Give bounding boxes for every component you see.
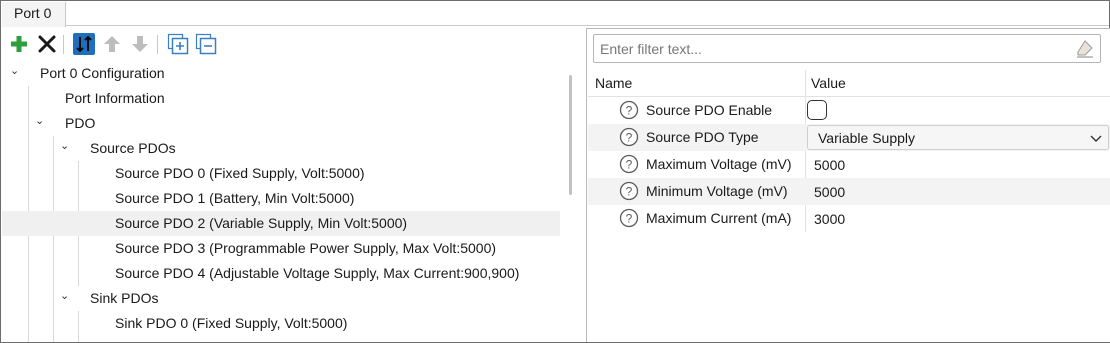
tree-item-source-pdo-1[interactable]: Source PDO 1 (Battery, Min Volt:5000) xyxy=(2,186,560,211)
chevron-down-icon[interactable]: ⌄ xyxy=(60,289,74,305)
tree-item-port-information[interactable]: Port Information xyxy=(2,86,560,111)
properties-panel: Name Value ? Source PDO Enable ? Source … xyxy=(586,28,1110,342)
chevron-down-icon[interactable]: ⌄ xyxy=(60,139,74,155)
property-name: Maximum Voltage (mV) xyxy=(646,156,792,172)
help-icon[interactable]: ? xyxy=(619,181,639,201)
expand-all-button[interactable] xyxy=(166,32,190,56)
clear-filter-icon[interactable] xyxy=(1075,39,1095,59)
property-row-minimum-voltage: ? Minimum Voltage (mV) 5000 xyxy=(588,178,1110,205)
tree-item-label: Source PDO 3 (Programmable Power Supply,… xyxy=(115,240,497,256)
tree-item-label: Source PDO 1 (Battery, Min Volt:5000) xyxy=(115,190,355,206)
help-icon[interactable]: ? xyxy=(619,127,639,147)
window-frame: Port 0 ⌄ Port 0 Configuration Port Infor… xyxy=(0,0,1110,343)
tree-item-label: Port 0 Configuration xyxy=(40,65,165,81)
source-pdo-type-select[interactable]: Variable Supply xyxy=(807,125,1109,150)
select-value: Variable Supply xyxy=(818,130,916,146)
tree-item-label: Port Information xyxy=(65,90,165,106)
tree-item-source-pdo-4[interactable]: Source PDO 4 (Adjustable Voltage Supply,… xyxy=(2,261,560,286)
property-row-maximum-current: ? Maximum Current (mA) 3000 xyxy=(588,205,1110,232)
delete-button[interactable] xyxy=(35,32,59,56)
property-name: Maximum Current (mA) xyxy=(646,210,792,226)
help-icon[interactable]: ? xyxy=(619,100,639,120)
sort-button[interactable] xyxy=(72,32,96,56)
tree-item-port-0-configuration[interactable]: ⌄ Port 0 Configuration xyxy=(2,61,560,86)
maximum-current-value[interactable]: 3000 xyxy=(814,211,845,227)
tab-bar: Port 0 xyxy=(2,2,1109,27)
move-down-icon xyxy=(132,36,148,52)
toolbar-separator xyxy=(157,35,158,54)
configuration-tree: ⌄ Port 0 Configuration Port Information … xyxy=(2,61,562,342)
move-up-button[interactable] xyxy=(100,32,124,56)
svg-text:?: ? xyxy=(626,185,633,199)
expand-all-icon xyxy=(167,33,189,55)
property-row-source-pdo-type: ? Source PDO Type Variable Supply xyxy=(588,124,1110,151)
tree-item-sink-pdo-0[interactable]: Sink PDO 0 (Fixed Supply, Volt:5000) xyxy=(2,311,560,336)
tree-item-source-pdo-3[interactable]: Source PDO 3 (Programmable Power Supply,… xyxy=(2,236,560,261)
filter-input[interactable] xyxy=(600,39,1060,59)
help-icon[interactable]: ? xyxy=(619,208,639,228)
property-name: Source PDO Type xyxy=(646,129,759,145)
add-icon xyxy=(11,36,27,52)
tree-item-pdo[interactable]: ⌄ PDO xyxy=(2,111,560,136)
property-row-source-pdo-enable: ? Source PDO Enable xyxy=(588,97,1110,124)
tree-item-label: Source PDO 2 (Variable Supply, Min Volt:… xyxy=(115,215,408,231)
tree-item-sink-pdos[interactable]: ⌄ Sink PDOs xyxy=(2,286,560,311)
chevron-down-icon[interactable]: ⌄ xyxy=(35,114,49,130)
tree-scrollbar-thumb[interactable] xyxy=(569,75,572,195)
tree-item-label: Sink PDO 0 (Fixed Supply, Volt:5000) xyxy=(115,315,348,331)
tab-port-0[interactable]: Port 0 xyxy=(2,2,66,27)
tree-item-source-pdo-0[interactable]: Source PDO 0 (Fixed Supply, Volt:5000) xyxy=(2,161,560,186)
tree-item-source-pdos[interactable]: ⌄ Source PDOs xyxy=(2,136,560,161)
chevron-down-icon[interactable]: ⌄ xyxy=(10,64,24,80)
svg-text:?: ? xyxy=(626,104,633,118)
delete-icon xyxy=(38,35,56,53)
tree-item-label: Sink PDOs xyxy=(90,290,159,306)
property-name: Minimum Voltage (mV) xyxy=(646,183,788,199)
filter-box xyxy=(593,34,1101,63)
property-row-maximum-voltage: ? Maximum Voltage (mV) 5000 xyxy=(588,151,1110,178)
chevron-down-icon xyxy=(1090,135,1102,142)
tree-panel: ⌄ Port 0 Configuration Port Information … xyxy=(2,27,582,342)
tree-item-label: Source PDO 4 (Adjustable Voltage Supply,… xyxy=(115,265,520,281)
help-icon[interactable]: ? xyxy=(619,154,639,174)
maximum-voltage-value[interactable]: 5000 xyxy=(814,157,845,173)
tree-item-label: Source PDO 0 (Fixed Supply, Volt:5000) xyxy=(115,165,365,181)
property-name: Source PDO Enable xyxy=(646,102,773,118)
svg-text:?: ? xyxy=(626,131,633,145)
column-header-value[interactable]: Value xyxy=(811,75,846,91)
move-up-icon xyxy=(104,36,120,52)
column-header-name[interactable]: Name xyxy=(595,75,632,91)
svg-text:?: ? xyxy=(626,158,633,172)
minimum-voltage-value[interactable]: 5000 xyxy=(814,184,845,200)
svg-text:?: ? xyxy=(626,212,633,226)
collapse-all-button[interactable] xyxy=(194,32,218,56)
collapse-all-icon xyxy=(195,33,217,55)
sort-icon xyxy=(73,33,95,55)
move-down-button[interactable] xyxy=(128,32,152,56)
source-pdo-enable-checkbox[interactable] xyxy=(807,100,827,120)
property-grid-header: Name Value xyxy=(588,70,1110,97)
tree-item-source-pdo-2[interactable]: Source PDO 2 (Variable Supply, Min Volt:… xyxy=(2,211,560,236)
toolbar-separator xyxy=(63,35,64,54)
toolbar xyxy=(7,32,567,58)
tree-item-label: PDO xyxy=(65,115,96,131)
add-button[interactable] xyxy=(7,32,31,56)
tree-item-label: Source PDOs xyxy=(90,140,176,156)
